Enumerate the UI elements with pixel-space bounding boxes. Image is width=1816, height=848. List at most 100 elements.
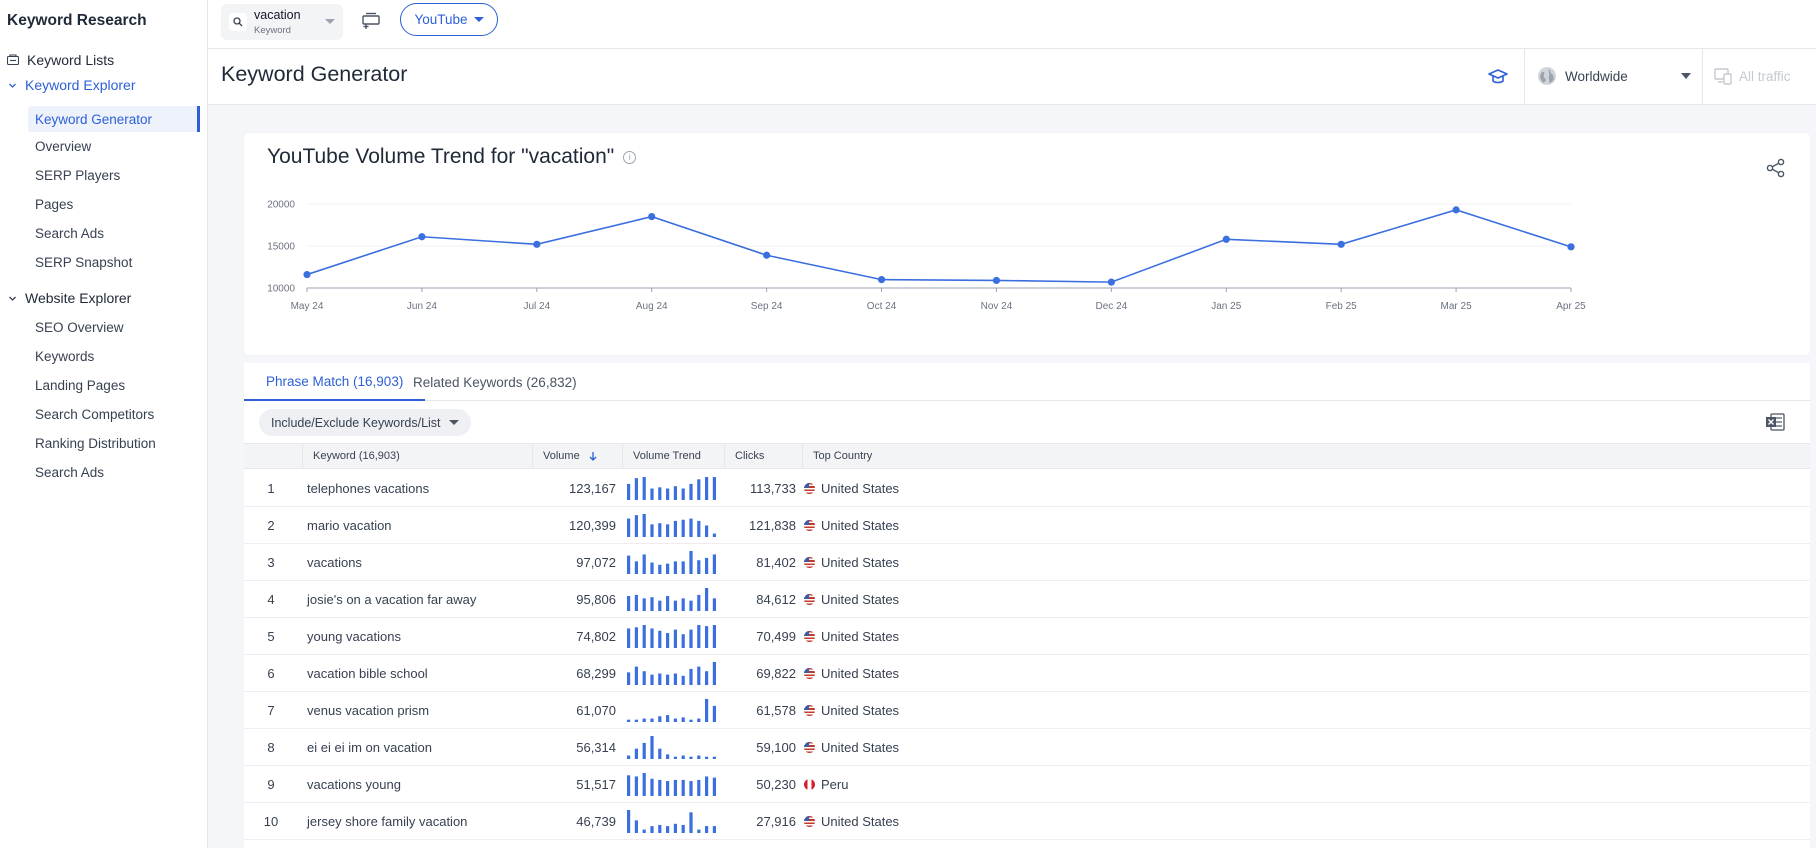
trend-bar bbox=[697, 829, 701, 833]
column-header-volume[interactable]: Volume bbox=[532, 444, 622, 468]
info-icon[interactable]: i bbox=[623, 150, 637, 164]
trend-bar bbox=[634, 627, 638, 648]
column-header-volume-trend: Volume Trend bbox=[622, 444, 724, 468]
table-row[interactable]: 5 young vacations 74,802 70,499 United State… bbox=[244, 618, 1810, 655]
share-icon[interactable] bbox=[1765, 157, 1787, 179]
location-selector[interactable]: Worldwide bbox=[1537, 66, 1628, 86]
table-row[interactable]: 10 jersey shore family vacation 46,739 27,9… bbox=[244, 803, 1810, 840]
column-header-keyword[interactable]: Keyword (16,903) bbox=[302, 444, 532, 468]
sidebar-item-keywords[interactable]: Keywords bbox=[28, 343, 200, 369]
column-header-label: Top Country bbox=[813, 450, 873, 462]
sidebar-item-keyword-generator[interactable]: Keyword Generator bbox=[28, 106, 200, 132]
table-row[interactable]: 7 venus vacation prism 61,070 61,578 United … bbox=[244, 692, 1810, 729]
data-point[interactable] bbox=[1567, 243, 1575, 251]
search-type: Keyword bbox=[254, 25, 291, 36]
data-point[interactable] bbox=[533, 240, 541, 248]
globe-icon bbox=[1538, 67, 1556, 85]
data-point[interactable] bbox=[1107, 278, 1115, 286]
sidebar-item-search-competitors[interactable]: Search Competitors bbox=[28, 401, 200, 427]
trend-bar bbox=[634, 561, 638, 574]
sidebar-section-website-explorer[interactable]: Website Explorer bbox=[8, 290, 131, 306]
data-point[interactable] bbox=[992, 276, 1001, 285]
sidebar-item-search-ads-website[interactable]: Search Ads bbox=[28, 459, 200, 485]
include-exclude-filter[interactable]: Include/Exclude Keywords/List bbox=[259, 409, 471, 436]
excel-export-icon[interactable] bbox=[1764, 411, 1786, 433]
column-header-clicks[interactable]: Clicks bbox=[724, 444, 802, 468]
sidebar-item-label: Ranking Distribution bbox=[35, 435, 156, 451]
volume-trend-sparkbar bbox=[627, 773, 716, 796]
sidebar-section-keyword-explorer[interactable]: Keyword Explorer bbox=[8, 77, 136, 93]
keyword-cell[interactable]: venus vacation prism bbox=[307, 692, 429, 728]
row-index: 8 bbox=[267, 739, 275, 755]
trend-bar bbox=[705, 671, 709, 685]
trend-bar bbox=[689, 756, 693, 759]
trend-bar bbox=[689, 668, 693, 685]
table-row[interactable]: 2 mario vacation 120,399 121,838 United Stat… bbox=[244, 507, 1810, 544]
data-point[interactable] bbox=[1452, 206, 1460, 214]
table-row[interactable]: 6 vacation bible school 68,299 69,822 United… bbox=[244, 655, 1810, 692]
sidebar-item-keyword-lists[interactable]: Keyword Lists bbox=[7, 52, 114, 68]
trend-bar bbox=[642, 773, 646, 796]
data-point[interactable] bbox=[763, 251, 771, 259]
keyword-cell[interactable]: josie's on a vacation far away bbox=[307, 581, 476, 617]
table-row[interactable]: 3 vacations 97,072 81,402 United States bbox=[244, 544, 1810, 581]
keyword-cell[interactable]: vacation bible school bbox=[307, 655, 428, 691]
keyword-cell[interactable]: young vacations bbox=[307, 618, 401, 654]
volume-trend-cell bbox=[624, 588, 720, 611]
sidebar-item-pages[interactable]: Pages bbox=[28, 191, 200, 217]
trend-bar bbox=[681, 519, 685, 537]
data-point[interactable] bbox=[1222, 235, 1230, 243]
column-header-top-country[interactable]: Top Country bbox=[802, 444, 1810, 468]
keyword-search-box[interactable]: vacation Keyword bbox=[221, 4, 343, 40]
sidebar-item-serp-snapshot[interactable]: SERP Snapshot bbox=[28, 249, 200, 275]
trend-bar bbox=[705, 557, 709, 574]
clicks-cell: 69,822 bbox=[756, 665, 796, 681]
country-name: United States bbox=[821, 591, 900, 607]
volume-cell: 95,806 bbox=[576, 591, 616, 607]
data-point[interactable] bbox=[303, 270, 311, 279]
keyword-cell[interactable]: vacations young bbox=[307, 766, 401, 802]
table-row[interactable]: 4 josie's on a vacation far away 95,806 84,… bbox=[244, 581, 1810, 618]
sidebar-item-serp-players[interactable]: SERP Players bbox=[28, 162, 200, 188]
table-row[interactable]: 8 ei ei ei im on vacation 56,314 59,100 Unit… bbox=[244, 729, 1810, 766]
caret-down-icon bbox=[473, 17, 484, 22]
trend-bar bbox=[627, 628, 631, 648]
sidebar-item-seo-overview[interactable]: SEO Overview bbox=[28, 314, 200, 340]
search-value: vacation bbox=[254, 8, 301, 22]
sidebar-item-keyword-lists-label: Keyword Lists bbox=[27, 52, 115, 68]
trend-bar bbox=[697, 479, 701, 500]
sidebar-item-search-ads[interactable]: Search Ads bbox=[28, 220, 200, 246]
sidebar-item-ranking-distribution[interactable]: Ranking Distribution bbox=[28, 430, 200, 456]
trend-bar bbox=[658, 523, 662, 537]
data-point[interactable] bbox=[1337, 240, 1345, 248]
data-point[interactable] bbox=[877, 276, 886, 284]
keyword-cell[interactable]: ei ei ei im on vacation bbox=[307, 729, 432, 765]
data-point[interactable] bbox=[648, 213, 656, 221]
top-country-cell: United States bbox=[804, 655, 899, 691]
row-index: 2 bbox=[267, 517, 275, 533]
data-point[interactable] bbox=[418, 233, 426, 241]
trend-bar bbox=[650, 736, 654, 759]
sidebar-item-overview[interactable]: Overview bbox=[28, 133, 200, 159]
table-row[interactable]: 9 vacations young 51,517 50,230 Peru bbox=[244, 766, 1810, 803]
keyword-cell[interactable]: jersey shore family vacation bbox=[307, 803, 467, 839]
source-selector[interactable]: YouTube bbox=[400, 3, 498, 36]
trend-bar bbox=[705, 699, 709, 722]
row-index: 10 bbox=[263, 813, 279, 829]
country-name: Peru bbox=[821, 776, 849, 792]
add-to-list-icon[interactable] bbox=[360, 10, 382, 32]
trend-bar bbox=[642, 671, 646, 685]
trend-bar bbox=[666, 596, 670, 611]
x-tick-label: Jul 24 bbox=[523, 301, 550, 312]
trend-bar bbox=[673, 629, 677, 648]
traffic-selector[interactable]: All traffic bbox=[1713, 66, 1791, 86]
keyword-cell[interactable]: vacations bbox=[307, 544, 362, 580]
keyword-cell[interactable]: telephones vacations bbox=[307, 470, 429, 506]
trend-bar bbox=[689, 551, 693, 574]
tab-related-keywords[interactable]: Related Keywords (26,832) bbox=[391, 363, 599, 401]
sidebar-item-landing-pages[interactable]: Landing Pages bbox=[28, 372, 200, 398]
trend-bar bbox=[627, 775, 631, 796]
academy-hat-icon[interactable] bbox=[1486, 65, 1510, 89]
keyword-cell[interactable]: mario vacation bbox=[307, 507, 392, 543]
table-row[interactable]: 1 telephones vacations 123,167 113,733 Unite… bbox=[244, 470, 1810, 507]
